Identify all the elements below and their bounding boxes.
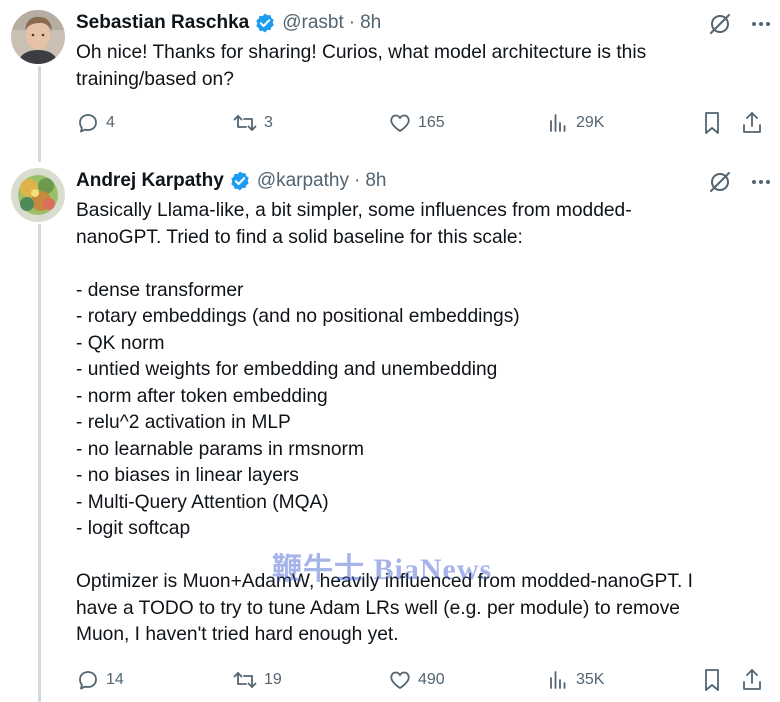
share-icon[interactable] [740,110,764,136]
repost-icon [233,115,257,131]
tweet-actions: 4 3 165 29K [76,108,766,138]
avatar[interactable] [11,10,65,64]
tweet-text: Oh nice! Thanks for sharing! Curios, wha… [76,42,647,90]
like-count: 490 [418,671,445,688]
like-icon [390,671,410,689]
grok-icon[interactable] [708,170,732,194]
more-icon[interactable] [750,171,772,193]
tweet-header: Sebastian Raschka @rasbt · 8h [76,10,381,36]
tweet-actions: 14 19 490 35K [76,665,766,695]
thread-line-bottom [38,224,41,702]
author-name[interactable]: Sebastian Raschka [76,12,249,34]
author-handle[interactable]: @karpathy [257,170,349,192]
reply-count: 14 [106,671,124,688]
views-icon [550,114,566,132]
reply-icon [79,114,97,133]
like-button[interactable]: 490 [388,665,445,695]
reply-count: 4 [106,114,115,131]
watermark: 鞭牛士 BiaNews [272,553,493,586]
bookmark-icon[interactable] [700,110,724,136]
like-icon [390,114,410,132]
thread-line-top [38,66,41,162]
reply-icon [79,671,97,690]
views-button[interactable]: 29K [546,108,604,138]
timestamp[interactable]: 8h [365,170,386,192]
avatar-karpathy-image [11,168,65,222]
tweet-corner-actions [708,170,772,194]
repost-button[interactable]: 19 [232,665,282,695]
avatar-raschka-image [11,10,65,64]
like-count: 165 [418,114,445,131]
share-icon[interactable] [740,667,764,693]
verified-badge-icon [256,13,274,33]
bookmark-icon[interactable] [700,667,724,693]
author-handle[interactable]: @rasbt [282,12,344,34]
more-icon[interactable] [750,13,772,35]
repost-button[interactable]: 3 [232,108,273,138]
reply-button[interactable]: 14 [76,665,124,695]
verified-badge-icon [231,171,249,191]
tweet-corner-actions [708,12,772,36]
avatar[interactable] [11,168,65,222]
like-button[interactable]: 165 [388,108,445,138]
separator-dot: · [348,12,356,33]
views-icon [550,671,566,689]
repost-count: 3 [264,114,273,131]
author-name[interactable]: Andrej Karpathy [76,170,224,192]
timestamp[interactable]: 8h [360,12,381,34]
views-button[interactable]: 35K [546,665,604,695]
separator-dot: · [353,170,361,191]
tweet-header: Andrej Karpathy @karpathy · 8h [76,168,386,194]
repost-count: 19 [264,671,282,688]
grok-icon[interactable] [708,12,732,36]
repost-icon [233,672,257,688]
reply-button[interactable]: 4 [76,108,115,138]
views-count: 35K [576,671,605,688]
views-count: 29K [576,114,605,131]
